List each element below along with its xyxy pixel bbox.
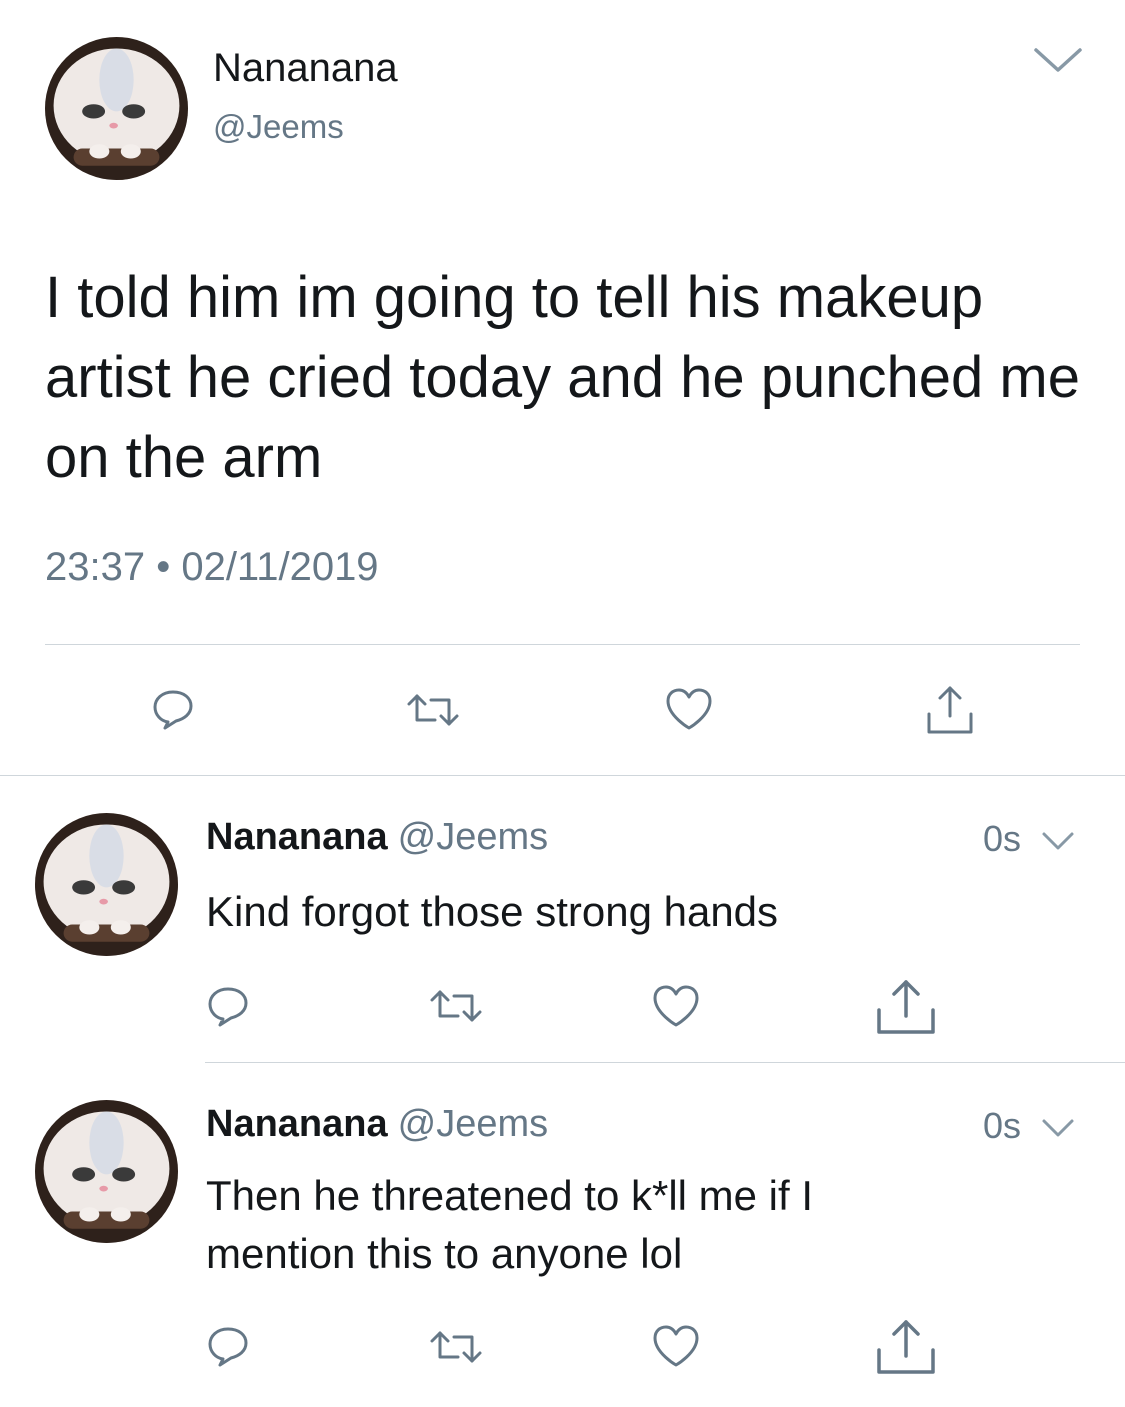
divider [205,1062,1125,1063]
retweet-icon [430,1331,482,1363]
retweet-button[interactable] [405,690,461,730]
display-name[interactable]: Nananana [213,46,398,91]
like-button[interactable] [651,983,701,1029]
reply-icon [153,690,193,730]
reply-header: Nananana @Jeems [206,816,548,859]
share-icon [877,980,935,1034]
retweet-button[interactable] [428,1327,484,1367]
share-button[interactable] [875,1318,937,1376]
divider [0,775,1125,776]
chevron-down-icon[interactable] [1040,1115,1076,1141]
reply-time[interactable]: 0s [983,1105,1021,1147]
heart-icon [653,1325,699,1367]
share-icon [877,1320,935,1374]
reply-text: Then he threatened to k*ll me if I menti… [206,1172,814,1277]
retweet-icon [430,990,482,1022]
reply-button[interactable] [150,686,196,732]
chevron-down-icon[interactable] [1030,40,1086,80]
bunny-avatar-image [35,1100,178,1243]
reply-icon [208,987,248,1027]
display-name[interactable]: Nananana [206,816,388,858]
tweet-text: I told him im going to tell his makeup a… [45,265,1080,490]
bunny-avatar-image [45,37,188,180]
divider [45,644,1080,645]
reply-header: Nananana @Jeems [206,1103,548,1146]
avatar[interactable] [35,1100,178,1243]
share-button[interactable] [925,684,975,736]
user-handle[interactable]: @Jeems [398,816,549,858]
share-button[interactable] [875,978,937,1036]
user-handle[interactable]: @Jeems [213,108,344,146]
reply-button[interactable] [205,1323,251,1369]
like-button[interactable] [664,686,714,732]
bunny-avatar-image [35,813,178,956]
reply-button[interactable] [205,983,251,1029]
reply-icon [208,1327,248,1367]
heart-icon [666,688,712,730]
share-icon [927,686,973,734]
chevron-down-icon[interactable] [1040,828,1076,854]
retweet-button[interactable] [428,986,484,1026]
avatar[interactable] [45,37,188,180]
tweet-timestamp[interactable]: 23:37 • 02/11/2019 [45,545,379,590]
reply-time[interactable]: 0s [983,818,1021,860]
avatar[interactable] [35,813,178,956]
display-name[interactable]: Nananana [206,1103,388,1145]
retweet-icon [407,694,459,726]
reply-text: Kind forgot those strong hands [206,888,779,935]
heart-icon [653,985,699,1027]
user-handle[interactable]: @Jeems [398,1103,549,1145]
like-button[interactable] [651,1323,701,1369]
